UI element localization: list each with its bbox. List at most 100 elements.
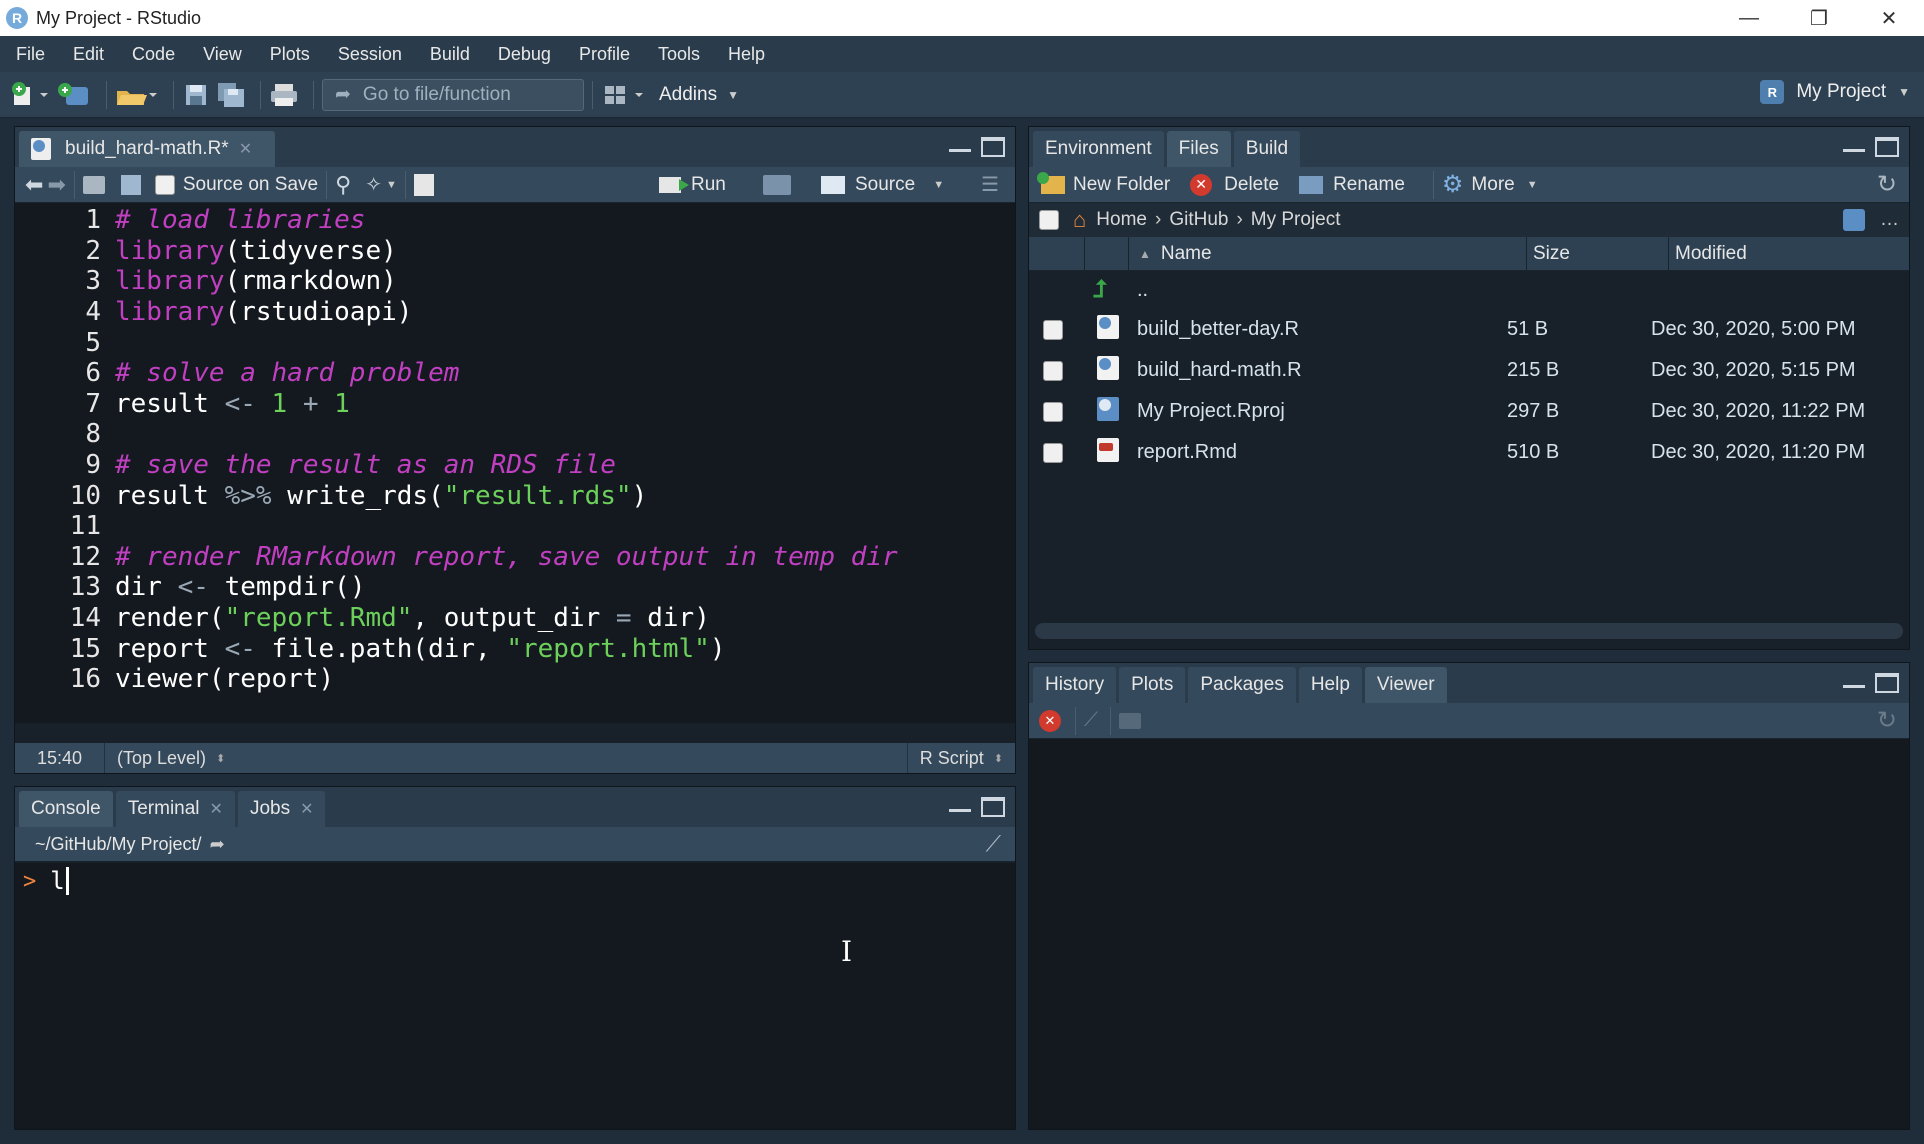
console-input-line[interactable]: > l — [23, 867, 69, 895]
breadcrumb-my-project[interactable]: My Project — [1251, 209, 1341, 231]
rename-button[interactable]: Rename — [1299, 174, 1405, 196]
code-tools-wand-icon[interactable]: ✧ — [365, 172, 382, 197]
close-tab-icon[interactable]: ✕ — [210, 799, 223, 819]
menu-tools[interactable]: Tools — [648, 44, 718, 65]
column-size[interactable]: Size — [1527, 237, 1669, 270]
maximize-pane-icon[interactable] — [1875, 137, 1899, 157]
breadcrumb-home[interactable]: Home — [1096, 209, 1147, 231]
menu-build[interactable]: Build — [420, 44, 488, 65]
horizontal-scrollbar[interactable] — [1035, 623, 1903, 639]
addins-menu[interactable]: Addins — [659, 84, 717, 106]
code-editor[interactable]: 1 # load libraries 2 library(tidyverse) 3l… — [15, 203, 1015, 723]
more-button[interactable]: ⚙ More ▼ — [1442, 170, 1538, 199]
more-options-icon[interactable]: … — [1880, 209, 1899, 231]
file-checkbox[interactable] — [1043, 360, 1063, 381]
close-tab-icon[interactable]: ✕ — [239, 139, 252, 159]
home-icon[interactable]: ⌂ — [1073, 207, 1086, 233]
column-name[interactable]: ▲ Name — [1129, 237, 1527, 270]
go-to-dir-arrow-icon[interactable]: ➦ — [210, 834, 225, 855]
save-icon[interactable] — [120, 174, 141, 195]
maximize-pane-icon[interactable] — [981, 797, 1005, 817]
tab-terminal[interactable]: Terminal ✕ — [115, 791, 235, 827]
minimize-button[interactable]: — — [1714, 0, 1784, 36]
editor-tab-build-hard-math[interactable]: build_hard-math.R* ✕ — [19, 131, 275, 167]
tab-help[interactable]: Help — [1298, 667, 1362, 703]
clear-viewer-broom-icon[interactable]: ⟋ — [1084, 709, 1098, 732]
tab-history[interactable]: History — [1033, 667, 1117, 703]
save-icon[interactable] — [182, 79, 210, 111]
new-folder-button[interactable]: New Folder — [1037, 171, 1170, 196]
file-row[interactable]: build_hard-math.R 215 B Dec 30, 2020, 5:… — [1029, 350, 1909, 391]
file-name[interactable]: build_hard-math.R — [1137, 359, 1302, 382]
file-checkbox[interactable] — [1043, 319, 1063, 340]
restore-button[interactable]: ❐ — [1784, 0, 1854, 36]
show-in-window-icon[interactable] — [1119, 712, 1141, 729]
menu-file[interactable]: File — [6, 44, 63, 65]
file-checkbox[interactable] — [1043, 401, 1063, 422]
maximize-pane-icon[interactable] — [981, 137, 1005, 157]
tab-jobs[interactable]: Jobs ✕ — [237, 791, 326, 827]
minimize-pane-icon[interactable] — [949, 809, 971, 815]
minimize-pane-icon[interactable] — [1843, 149, 1865, 155]
go-to-project-dir-icon[interactable] — [1843, 209, 1865, 231]
clear-console-broom-icon[interactable]: ⟋ — [986, 831, 1001, 857]
menu-debug[interactable]: Debug — [488, 44, 569, 65]
console-output[interactable]: > l I — [15, 863, 1015, 1129]
search-icon[interactable]: ⚲ — [335, 172, 351, 198]
addins-chevron-down-icon[interactable]: ▼ — [727, 88, 739, 102]
breadcrumb-github[interactable]: GitHub — [1169, 209, 1228, 231]
show-in-window-icon[interactable] — [82, 175, 105, 194]
parent-directory-row[interactable]: ⮥ .. — [1029, 271, 1909, 309]
close-tab-icon[interactable]: ✕ — [300, 799, 313, 819]
file-row[interactable]: build_better-day.R 51 B Dec 30, 2020, 5:… — [1029, 309, 1909, 350]
back-arrow-icon[interactable]: ⬅ — [25, 172, 43, 198]
menu-help[interactable]: Help — [718, 44, 783, 65]
delete-button[interactable]: ✕ Delete — [1190, 173, 1279, 196]
menu-session[interactable]: Session — [328, 44, 420, 65]
tab-environment[interactable]: Environment — [1033, 131, 1164, 167]
compile-report-icon[interactable] — [413, 173, 434, 196]
file-name[interactable]: My Project.Rproj — [1137, 400, 1285, 423]
close-button[interactable]: ✕ — [1854, 0, 1924, 36]
file-row[interactable]: My Project.Rproj 297 B Dec 30, 2020, 11:… — [1029, 391, 1909, 432]
tab-packages[interactable]: Packages — [1188, 667, 1296, 703]
filetype-selector[interactable]: R Script ⬍ — [906, 743, 1015, 773]
minimize-pane-icon[interactable] — [949, 149, 971, 155]
tab-console[interactable]: Console — [19, 791, 113, 827]
menu-view[interactable]: View — [193, 44, 260, 65]
print-icon[interactable] — [269, 79, 299, 111]
source-on-save-checkbox[interactable] — [154, 174, 175, 195]
tab-build[interactable]: Build — [1233, 131, 1301, 167]
save-all-icon[interactable] — [216, 79, 246, 111]
pane-layout-icon[interactable] — [601, 79, 647, 111]
go-to-file-function-input[interactable]: ➦ Go to file/function — [322, 78, 584, 111]
file-name[interactable]: report.Rmd — [1137, 441, 1237, 464]
code-tools-chevron-down-icon[interactable]: ▼ — [386, 179, 397, 191]
tab-plots[interactable]: Plots — [1119, 667, 1186, 703]
menu-code[interactable]: Code — [122, 44, 193, 65]
file-row[interactable]: report.Rmd 510 B Dec 30, 2020, 11:20 PM — [1029, 432, 1909, 473]
run-button[interactable]: Run — [659, 174, 726, 196]
forward-arrow-icon[interactable]: ➡ — [47, 172, 65, 198]
document-outline-icon[interactable]: ☰ — [981, 172, 999, 197]
source-button[interactable]: Source ▼ — [821, 174, 944, 196]
refresh-icon[interactable]: ↻ — [1877, 170, 1897, 199]
refresh-icon[interactable]: ↻ — [1877, 706, 1897, 735]
file-name[interactable]: build_better-day.R — [1137, 318, 1299, 341]
tab-files[interactable]: Files — [1166, 131, 1231, 167]
file-checkbox[interactable] — [1043, 442, 1063, 463]
open-file-icon[interactable] — [115, 79, 159, 111]
tab-viewer[interactable]: Viewer — [1364, 667, 1447, 703]
remove-viewer-icon[interactable]: ✕ — [1039, 709, 1061, 732]
rerun-icon[interactable] — [763, 174, 791, 195]
menu-edit[interactable]: Edit — [63, 44, 122, 65]
new-file-icon[interactable] — [10, 79, 50, 111]
menu-plots[interactable]: Plots — [260, 44, 328, 65]
project-menu[interactable]: R My Project ▼ — [1760, 80, 1910, 104]
new-project-icon[interactable] — [56, 79, 92, 111]
column-modified[interactable]: Modified — [1669, 243, 1747, 265]
menu-profile[interactable]: Profile — [569, 44, 648, 65]
maximize-pane-icon[interactable] — [1875, 673, 1899, 693]
select-all-checkbox[interactable] — [1039, 210, 1059, 230]
scope-selector[interactable]: (Top Level) ⬍ — [105, 743, 907, 773]
